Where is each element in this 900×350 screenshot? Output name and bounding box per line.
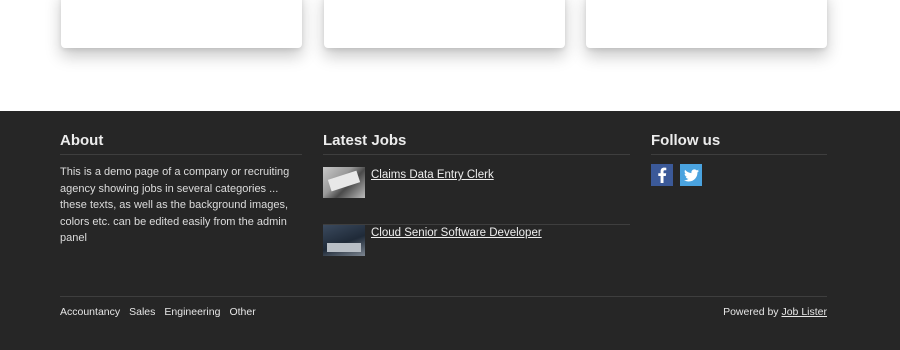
job-link[interactable]: Cloud Senior Software Developer xyxy=(371,227,542,239)
powered-by: Powered by Job Lister xyxy=(723,306,827,318)
job-list-item: Claims Data Entry Clerk xyxy=(323,167,630,225)
latest-jobs-heading: Latest Jobs xyxy=(323,132,630,155)
category-links: Accountancy Sales Engineering Other xyxy=(60,306,256,318)
job-thumbnail[interactable] xyxy=(323,225,365,256)
facebook-icon[interactable] xyxy=(651,164,673,186)
latest-jobs-section: Latest Jobs Claims Data Entry Clerk Clou… xyxy=(323,111,630,283)
category-link-accountancy[interactable]: Accountancy xyxy=(60,306,120,318)
category-link-engineering[interactable]: Engineering xyxy=(164,306,220,318)
site-footer: About This is a demo page of a company o… xyxy=(0,111,900,350)
powered-by-label: Powered by xyxy=(723,306,782,318)
follow-heading: Follow us xyxy=(651,132,827,155)
job-card[interactable] xyxy=(61,0,302,48)
job-thumbnail[interactable] xyxy=(323,167,365,198)
about-text: This is a demo page of a company or recr… xyxy=(60,166,290,245)
job-card[interactable] xyxy=(586,0,827,48)
footer-bottom-bar: Accountancy Sales Engineering Other Powe… xyxy=(60,296,827,318)
cards-area xyxy=(0,0,900,111)
social-links xyxy=(651,164,827,186)
about-heading: About xyxy=(60,132,302,155)
job-link[interactable]: Claims Data Entry Clerk xyxy=(371,169,494,181)
follow-section: Follow us xyxy=(651,111,827,186)
job-card[interactable] xyxy=(324,0,565,48)
job-lister-link[interactable]: Job Lister xyxy=(781,306,827,318)
twitter-icon[interactable] xyxy=(680,164,702,186)
category-link-sales[interactable]: Sales xyxy=(129,306,155,318)
job-list-item: Cloud Senior Software Developer xyxy=(323,225,630,283)
category-link-other[interactable]: Other xyxy=(229,306,255,318)
about-section: About This is a demo page of a company o… xyxy=(60,111,302,247)
